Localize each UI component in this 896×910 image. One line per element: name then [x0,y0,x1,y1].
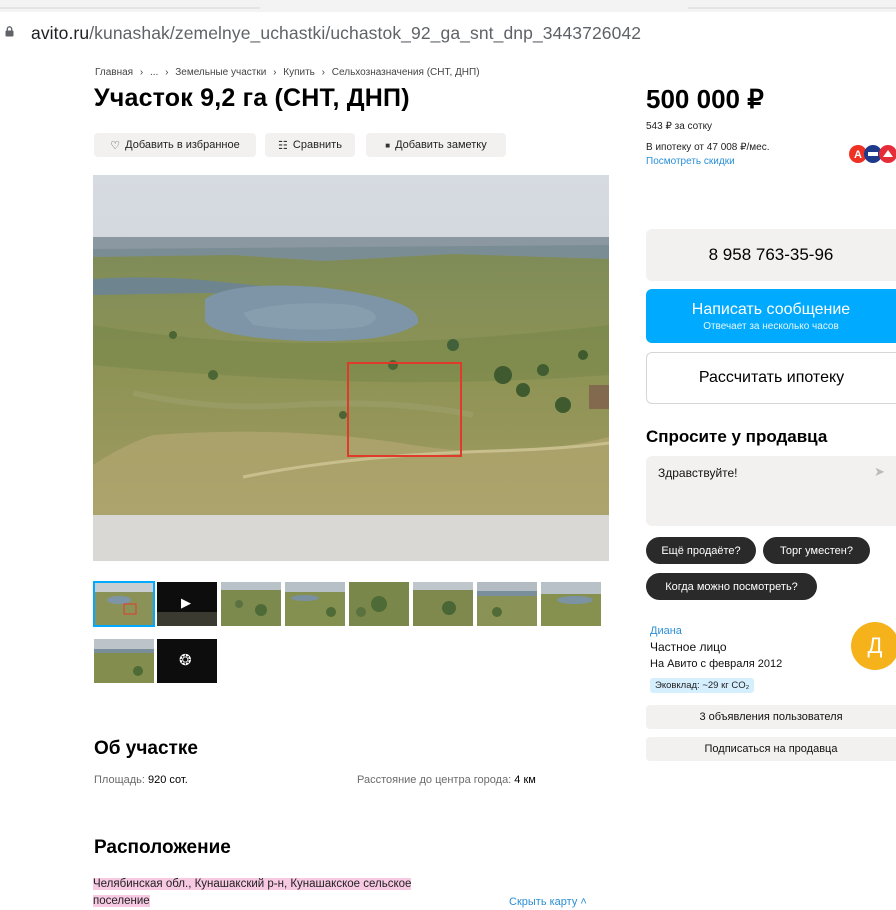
gallery-thumbnail[interactable] [94,639,154,683]
page-title: Участок 9,2 га (СНТ, ДНП) [94,84,410,112]
add-to-favorites-label: Добавить в избранное [125,139,240,151]
browser-tab[interactable] [0,7,260,9]
url-text[interactable]: avito.ru/kunashak/zemelnye_uchastki/ucha… [31,23,641,44]
add-to-favorites-button[interactable]: ♡ Добавить в избранное [94,133,256,157]
gallery-video-thumbnail[interactable]: ▶ [157,582,217,626]
write-message-button[interactable]: Написать сообщение Отвечает за несколько… [646,289,896,343]
seller-type: Частное лицо [650,640,727,654]
calculate-mortgage-button[interactable]: Рассчитать ипотеку [646,352,896,404]
address-line-1: Челябинская обл., Кунашакский р-н, Кунаш… [93,878,412,890]
send-icon[interactable]: ➤ [874,464,885,480]
more-photos-thumbnail[interactable]: ❂ [157,639,217,683]
quick-question-chip[interactable]: Когда можно посмотреть? [646,573,817,600]
url-host: avito.ru [31,23,90,43]
response-time: Отвечает за несколько часов [703,320,839,332]
write-message-label: Написать сообщение [691,300,851,318]
area-param: Площадь: 920 сот. [94,774,188,786]
distance-value: 4 км [514,774,536,786]
hide-map-link[interactable]: Скрыть карту ˄ [509,896,587,908]
calculate-mortgage-label: Рассчитать ипотеку [698,369,845,386]
add-note-button[interactable]: ■ Добавить заметку [366,133,506,157]
ask-seller-message: Здравствуйте! [658,466,738,480]
main-photo[interactable] [93,175,609,561]
breadcrumb-land[interactable]: Земельные участки [175,67,266,78]
breadcrumb-category[interactable]: Сельхозназначения (СНТ, ДНП) [332,67,480,78]
distance-label: Расстояние до центра города: [357,774,515,786]
seller-since: На Авито с февраля 2012 [650,658,783,670]
browser-tabstrip [0,0,896,12]
price-per-sotka: 543 ₽ за сотку [646,121,713,132]
phone-number: 8 958 763-35-96 [708,245,834,264]
ask-seller-input[interactable]: Здравствуйте! ➤ [646,456,896,526]
show-phone-button[interactable]: 8 958 763-35-96 [646,229,896,281]
browser-tab[interactable] [688,7,896,9]
eco-badge[interactable]: Эковклад: ~29 кг CO₂ [650,678,755,693]
lock-icon [5,26,14,37]
heart-icon: ♡ [110,139,121,152]
discounts-link[interactable]: Посмотреть скидки [646,156,735,167]
compare-button[interactable]: ☷ Сравнить [265,133,355,157]
add-note-label: Добавить заметку [395,139,487,151]
compare-icon: ☷ [278,139,288,152]
bank-logos-icon[interactable]: A [848,143,896,165]
breadcrumb-ellipsis[interactable]: ... [150,67,158,78]
more-photos-icon: ❂ [179,652,192,669]
seller-name-link[interactable]: Диана [650,625,682,637]
gallery-thumbnail[interactable] [477,582,537,626]
breadcrumb-home[interactable]: Главная [95,67,133,78]
subscribe-seller-button[interactable]: Подписаться на продавца [646,737,896,761]
gallery-thumbnail[interactable] [413,582,473,626]
gallery-thumbnail[interactable] [349,582,409,626]
note-icon: ■ [385,140,391,150]
breadcrumb-separator: › [321,67,325,78]
breadcrumb-separator: › [165,67,169,78]
quick-question-chip[interactable]: Ещё продаёте? [646,537,756,564]
distance-param: Расстояние до центра города: 4 км [357,774,536,786]
breadcrumb-separator: › [139,67,144,78]
breadcrumb-separator: › [273,67,277,78]
compare-label: Сравнить [292,139,342,151]
gallery-thumbnail[interactable] [93,581,155,627]
seller-listings-button[interactable]: 3 объявления пользователя [646,705,896,729]
breadcrumb-buy[interactable]: Купить [283,67,315,78]
ask-seller-heading: Спросите у продавца [646,427,828,446]
svg-text:A: A [854,149,862,161]
location-heading: Расположение [94,837,231,858]
mortgage-info: В ипотеку от 47 008 ₽/мес. [646,142,770,153]
gallery-thumbnail[interactable] [285,582,345,626]
address: Челябинская обл., Кунашакский р-н, Кунаш… [93,876,473,910]
area-label: Площадь: [94,774,148,786]
play-icon: ▶ [181,595,191,610]
quick-question-chip[interactable]: Торг уместен? [763,537,870,564]
breadcrumb: Главная › ... › Земельные участки › Купи… [95,67,484,78]
area-value: 920 сот. [148,774,188,786]
gallery-thumbnail[interactable] [541,582,601,626]
price: 500 000 ₽ [646,84,764,114]
address-line-2: поселение [93,895,150,907]
about-heading: Об участке [94,738,198,759]
avatar[interactable]: Д [851,622,896,670]
gallery-thumbnail[interactable] [221,582,281,626]
url-path: /kunashak/zemelnye_uchastki/uchastok_92_… [89,23,642,43]
